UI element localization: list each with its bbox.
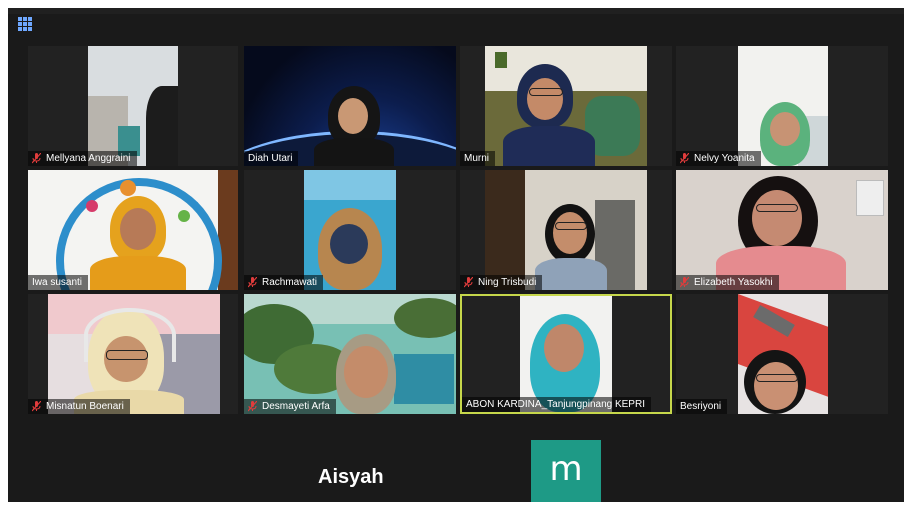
participant-name-label: Misnatun Boenari — [28, 399, 130, 414]
participant-name: Diah Utari — [248, 153, 293, 164]
video-feed — [485, 46, 647, 166]
participant-tile[interactable]: Mellyana Anggraini — [28, 46, 238, 166]
participant-tile[interactable]: Besriyoni — [676, 294, 888, 414]
video-feed — [676, 170, 888, 290]
participant-name-label: Nelvy Yoanita — [676, 151, 761, 166]
participant-name-label: Besriyoni — [676, 399, 728, 414]
participant-name: Mellyana Anggraini — [46, 153, 131, 164]
participant-name: Murni — [464, 153, 490, 164]
video-feed — [244, 46, 456, 166]
participant-tile[interactable]: Murni — [460, 46, 672, 166]
zoom-gallery-window: Mellyana Anggraini Diah Utari Murni Nelv… — [8, 8, 904, 502]
participant-name: Misnatun Boenari — [46, 401, 124, 412]
mic-muted-icon — [680, 153, 689, 164]
top-strip — [8, 8, 904, 14]
video-feed — [88, 46, 178, 166]
video-feed — [485, 170, 647, 290]
participant-tile[interactable]: Nelvy Yoanita — [676, 46, 888, 166]
participant-avatar[interactable]: m — [531, 440, 601, 502]
mic-muted-icon — [248, 277, 257, 288]
video-feed — [738, 294, 828, 414]
participant-name-label: Desmayeti Arfa — [244, 399, 336, 414]
participant-name-label: Ning Trisbudi — [460, 275, 543, 290]
participant-tile[interactable]: Misnatun Boenari — [28, 294, 238, 414]
participant-name: Elizabeth Yasokhi — [694, 277, 773, 288]
participant-name-label: Iwa susanti — [28, 275, 89, 290]
video-feed — [244, 294, 456, 414]
video-feed — [738, 46, 828, 166]
participant-tile-no-video[interactable]: Aisyah — [244, 418, 456, 502]
participant-name-label: Murni — [460, 151, 496, 166]
video-feed — [48, 294, 220, 414]
participant-tile[interactable]: Diah Utari — [244, 46, 456, 166]
participant-display-name: Aisyah — [318, 466, 384, 488]
video-feed — [28, 170, 238, 290]
participant-tile-active-speaker[interactable]: ABON KARDINA_Tanjungpinang KEPRI — [460, 294, 672, 414]
mic-muted-icon — [464, 277, 473, 288]
participant-name-label: Mellyana Anggraini — [28, 151, 137, 166]
participant-tile[interactable]: Desmayeti Arfa — [244, 294, 456, 414]
participant-name-label: ABON KARDINA_Tanjungpinang KEPRI — [462, 397, 651, 412]
participant-tile[interactable]: Ning Trisbudi — [460, 170, 672, 290]
participant-name: Nelvy Yoanita — [694, 153, 755, 164]
participant-name: Iwa susanti — [32, 277, 83, 288]
participant-tile[interactable]: Elizabeth Yasokhi — [676, 170, 888, 290]
participant-name: Rachmawati — [262, 277, 318, 288]
video-feed — [520, 296, 612, 412]
participant-name-label: Rachmawati — [244, 275, 324, 290]
participant-name: Besriyoni — [680, 401, 722, 412]
participant-name-label: Elizabeth Yasokhi — [676, 275, 779, 290]
participant-tile[interactable]: Iwa susanti — [28, 170, 238, 290]
mic-muted-icon — [248, 401, 257, 412]
video-feed — [304, 170, 396, 290]
mic-muted-icon — [32, 153, 41, 164]
mic-muted-icon — [680, 277, 689, 288]
participant-tile[interactable]: Rachmawati — [244, 170, 456, 290]
participant-name: ABON KARDINA_Tanjungpinang KEPRI — [466, 399, 645, 410]
gallery-view-icon[interactable] — [18, 17, 32, 31]
participant-name-label: Diah Utari — [244, 151, 299, 166]
participant-name: Desmayeti Arfa — [262, 401, 330, 412]
mic-muted-icon — [32, 401, 41, 412]
participant-name: Ning Trisbudi — [478, 277, 537, 288]
